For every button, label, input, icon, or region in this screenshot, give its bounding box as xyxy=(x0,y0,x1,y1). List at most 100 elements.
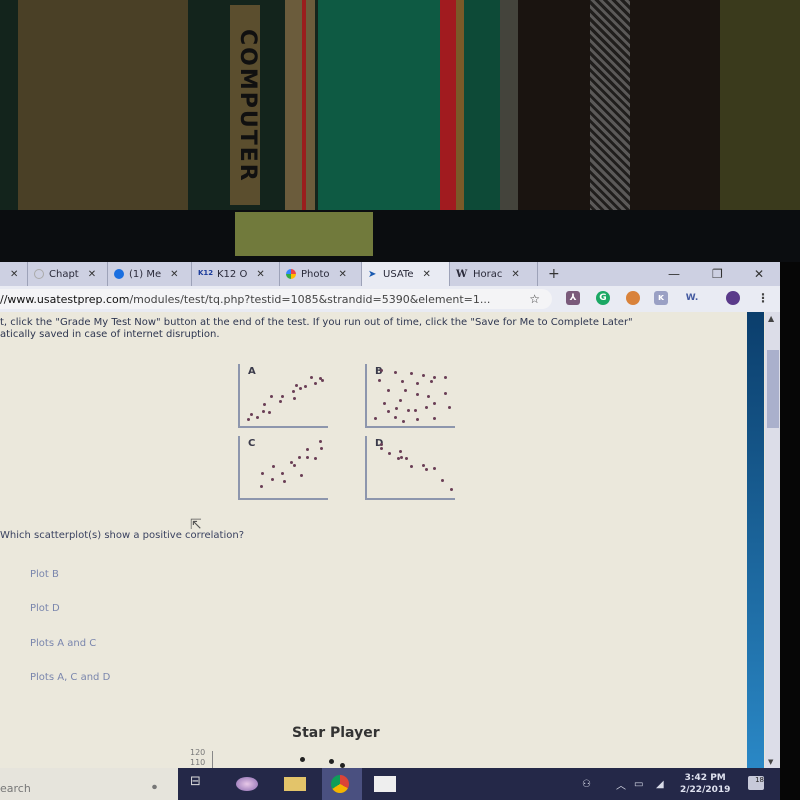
menu-icon[interactable]: ⋮ xyxy=(756,291,770,305)
scatter-point xyxy=(386,388,390,392)
loading-icon xyxy=(34,269,44,279)
battery-icon[interactable]: ▭ xyxy=(634,768,643,800)
profile-avatar-icon[interactable] xyxy=(726,291,740,305)
w-extension-icon[interactable]: W. xyxy=(683,291,701,305)
close-tab-icon[interactable]: ✕ xyxy=(511,269,519,280)
restore-button[interactable]: ❐ xyxy=(712,262,723,286)
grey-binder xyxy=(500,0,518,212)
url-host: //www.usatestprep.com xyxy=(0,292,130,306)
bookmark-star-icon[interactable]: ☆ xyxy=(529,292,540,306)
url-field[interactable]: //www.usatestprep.com/modules/test/tq.ph… xyxy=(0,289,552,309)
scatter-point xyxy=(314,456,318,460)
tab-messenger[interactable]: (1) Me ✕ xyxy=(108,262,192,286)
search-placeholder: earch xyxy=(0,782,31,795)
scatter-point xyxy=(433,401,436,405)
close-tab-icon[interactable]: ✕ xyxy=(422,269,430,280)
scatter-point xyxy=(401,419,405,423)
paint-icon[interactable] xyxy=(236,777,258,791)
scatter-point xyxy=(263,402,267,406)
tab-label: Photo xyxy=(301,268,330,280)
scatter-point xyxy=(293,463,297,467)
notification-center-icon[interactable]: 18 xyxy=(748,776,764,790)
answer-option-4[interactable]: Plots A, C and D xyxy=(30,672,110,683)
tab-strip: ✕ Chapt ✕ (1) Me ✕ K12 K12 O ✕ Photo ✕ ➤… xyxy=(0,262,780,286)
scatter-point xyxy=(380,369,384,373)
plot-label: A xyxy=(248,366,256,377)
scatter-point xyxy=(380,446,384,450)
close-tab-icon[interactable]: ✕ xyxy=(256,269,264,280)
scatter-point xyxy=(399,398,403,402)
file-explorer-icon[interactable] xyxy=(284,777,306,791)
close-tab-icon[interactable]: ✕ xyxy=(339,269,347,280)
scatter-point xyxy=(443,391,447,395)
scatter-point xyxy=(377,379,381,383)
clock[interactable]: 3:42 PM 2/22/2019 xyxy=(680,772,730,796)
monitor-edge xyxy=(780,262,800,800)
answer-option-1[interactable]: Plot B xyxy=(30,569,59,580)
scatter-point xyxy=(388,452,392,456)
scatter-point xyxy=(304,384,308,388)
scatter-point xyxy=(247,418,251,422)
close-tab-icon[interactable]: ✕ xyxy=(10,269,18,280)
star-player-chart-title: Star Player xyxy=(292,725,380,741)
close-window-button[interactable]: ✕ xyxy=(754,262,764,286)
extension-icon[interactable]: ĸ xyxy=(654,291,668,305)
scatter-point xyxy=(386,410,390,413)
scatter-point xyxy=(269,394,273,398)
tab-chapter[interactable]: Chapt ✕ xyxy=(28,262,108,286)
url-path: /modules/test/tq.php?testid=1085&strandi… xyxy=(129,292,491,306)
microphone-icon[interactable]: ⏺ xyxy=(152,782,157,793)
tab-usatestprep[interactable]: ➤ USATe ✕ xyxy=(362,262,450,286)
grammarly-icon[interactable]: G xyxy=(596,291,610,305)
close-tab-icon[interactable]: ✕ xyxy=(88,269,96,280)
taskbar-search-box[interactable]: earch ⏺ xyxy=(0,768,178,800)
scatter-point xyxy=(293,397,297,401)
scatter-point xyxy=(306,448,309,452)
box-label: COMPUTER xyxy=(230,5,260,205)
tab-photos[interactable]: Photo ✕ xyxy=(280,262,362,286)
screen: ✕ Chapt ✕ (1) Me ✕ K12 K12 O ✕ Photo ✕ ➤… xyxy=(0,262,780,800)
minimize-button[interactable]: — xyxy=(668,262,680,286)
scatter-point xyxy=(443,375,447,379)
cookie-icon[interactable] xyxy=(626,291,640,305)
side-panel-bar xyxy=(747,312,764,770)
green-binder-2 xyxy=(464,0,504,212)
scroll-down-arrow-icon[interactable]: ▼ xyxy=(768,758,773,766)
scatter-point xyxy=(416,393,420,397)
tab-0[interactable]: ✕ xyxy=(0,262,28,286)
tab-k12[interactable]: K12 K12 O ✕ xyxy=(192,262,280,286)
notification-count: 18 xyxy=(755,776,764,784)
scatterplot-a: A xyxy=(238,364,328,428)
photos-icon xyxy=(286,269,296,279)
k12-icon: K12 xyxy=(198,269,214,277)
tab-wikipedia[interactable]: W Horac ✕ xyxy=(450,262,538,286)
wifi-icon[interactable]: ◢ xyxy=(656,768,664,800)
photos-app-icon[interactable] xyxy=(374,776,396,792)
shelf-items xyxy=(720,0,800,212)
houndstooth-cloth xyxy=(590,0,630,212)
scrollbar-thumb[interactable] xyxy=(767,350,779,428)
tab-label: Horac xyxy=(473,268,503,280)
scatter-point xyxy=(283,480,287,484)
address-bar: //www.usatestprep.com/modules/test/tq.ph… xyxy=(0,286,780,312)
new-tab-button[interactable]: + xyxy=(548,266,560,282)
scatter-point xyxy=(310,375,314,379)
question-text: Which scatterplot(s) show a positive cor… xyxy=(0,530,245,541)
answer-option-3[interactable]: Plots A and C xyxy=(30,638,96,649)
scatter-point xyxy=(382,401,386,405)
people-icon[interactable]: ⚇ xyxy=(582,768,591,800)
close-tab-icon[interactable]: ✕ xyxy=(170,269,178,280)
show-hidden-icons[interactable]: ︿ xyxy=(616,768,626,800)
tab-label: Chapt xyxy=(49,268,79,280)
chrome-icon[interactable] xyxy=(331,775,349,793)
tab-label: (1) Me xyxy=(129,268,162,280)
scatter-point xyxy=(413,408,417,412)
pdf-extension-icon[interactable]: ⅄ xyxy=(566,291,580,305)
scatter-point xyxy=(393,370,397,374)
scatter-point xyxy=(299,387,303,391)
scroll-up-arrow-icon[interactable]: ▲ xyxy=(768,314,774,323)
answer-option-2[interactable]: Plot D xyxy=(30,603,60,614)
scatter-point xyxy=(272,465,276,469)
scatter-point xyxy=(410,371,414,375)
task-view-icon[interactable]: ⊟ xyxy=(190,774,212,792)
